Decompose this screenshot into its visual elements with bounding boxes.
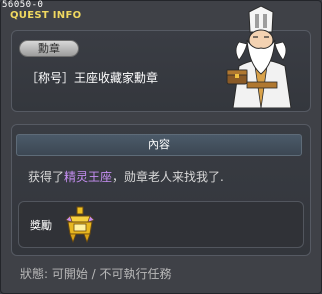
quest-description: 获得了精灵王座，勋章老人来找我了. [28,168,224,185]
description-highlight: 精灵王座 [64,170,113,184]
reward-label: 獎勵 [30,219,52,232]
description-suffix: ，勋章老人来找我了. [112,170,224,184]
npc-medal-elder-portrait [226,5,292,108]
quest-id: 56050-0 [2,0,44,10]
content-section-header: 內容 [16,134,302,156]
golden-throne-icon[interactable] [64,206,96,244]
medal-title: ［称号］王座收藏家勳章 [26,71,159,85]
reward-box [18,201,304,248]
quest-status: 狀態: 可開始 / 不可執行任務 [20,267,172,281]
medal-tag: 勳章 [19,40,79,57]
window-title: QUEST INFO [10,10,82,21]
description-prefix: 获得了 [28,170,65,184]
